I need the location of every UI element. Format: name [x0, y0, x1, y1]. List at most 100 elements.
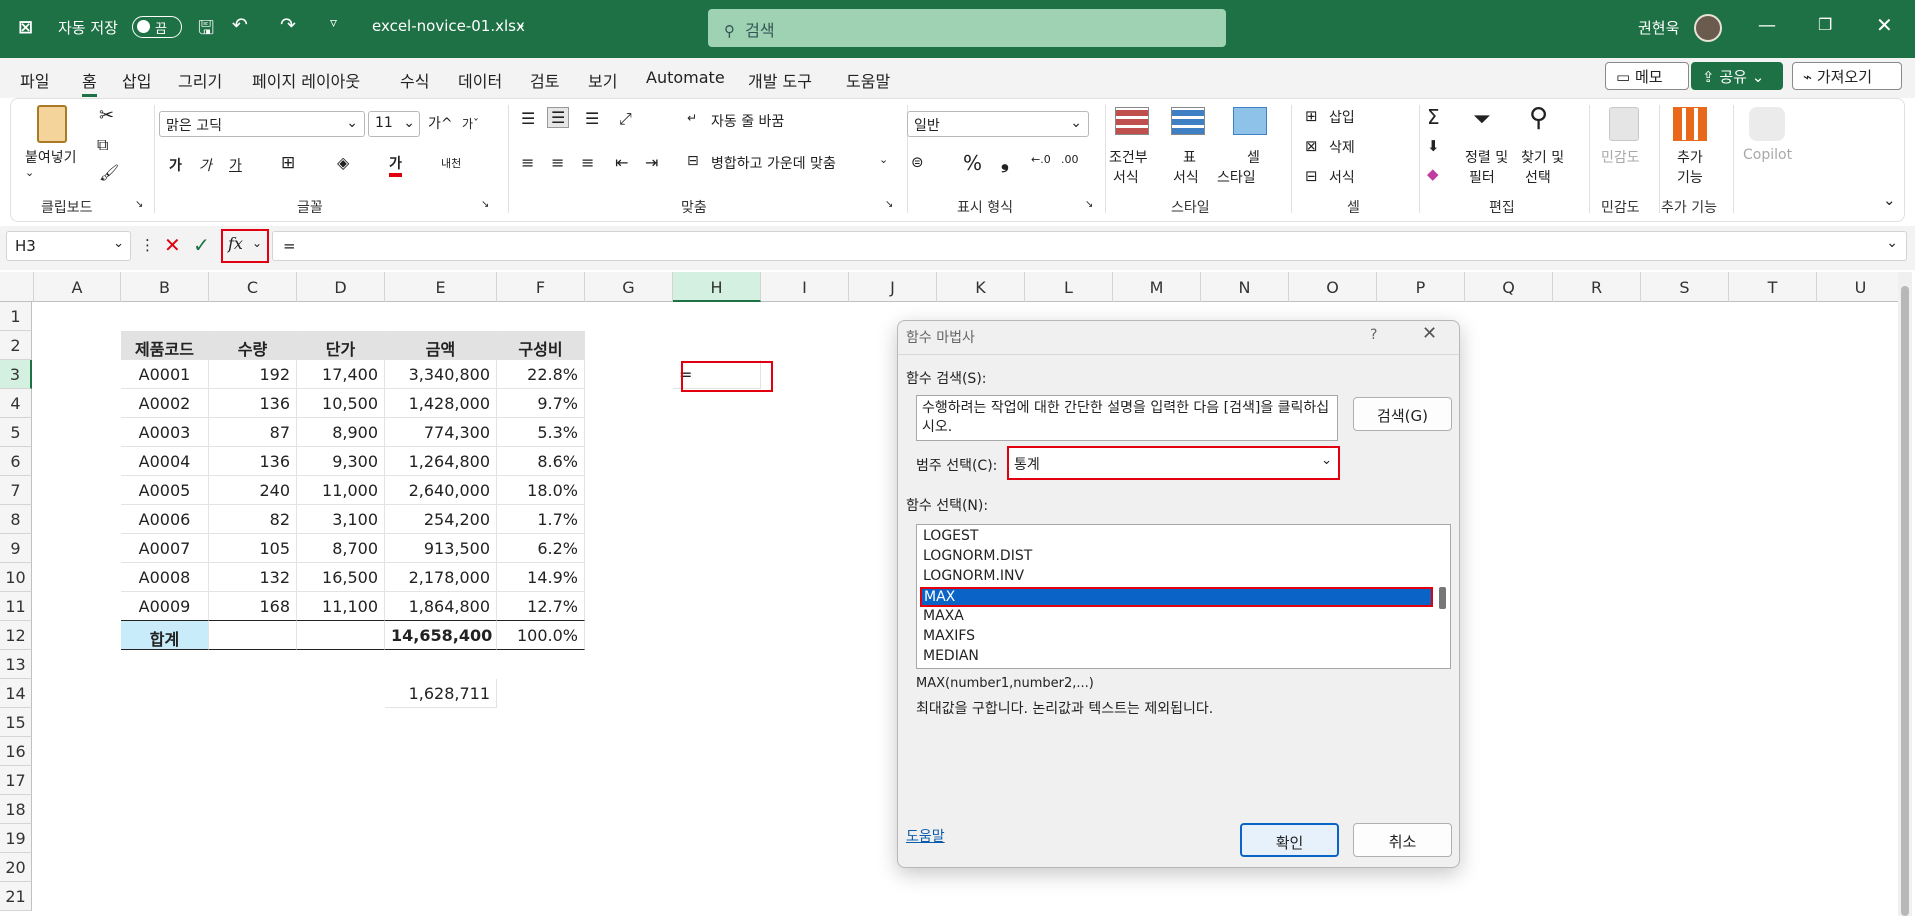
- column-header[interactable]: M: [1113, 272, 1201, 302]
- table-cell[interactable]: A0001: [121, 360, 209, 389]
- list-item-selected[interactable]: MAX: [920, 587, 1433, 607]
- table-header-cell[interactable]: 구성비: [497, 331, 585, 360]
- table-cell[interactable]: 254,200: [385, 505, 497, 534]
- conditional-format-icon[interactable]: [1115, 107, 1149, 135]
- table-cell[interactable]: 2,640,000: [385, 476, 497, 505]
- font-shrink-icon[interactable]: 가ˇ: [462, 115, 479, 132]
- table-cell[interactable]: 17,400: [297, 360, 385, 389]
- row-header[interactable]: 11: [0, 592, 32, 621]
- list-item[interactable]: MEDIAN: [920, 647, 1433, 667]
- chevron-down-icon[interactable]: ⌄: [113, 236, 124, 251]
- cell-styles-label[interactable]: 셀: [1247, 147, 1260, 167]
- table-cell[interactable]: 168: [209, 592, 297, 621]
- column-header[interactable]: J: [849, 272, 937, 302]
- accounting-icon[interactable]: ⊜: [911, 153, 924, 171]
- list-item[interactable]: LOGEST: [920, 527, 1433, 547]
- delete-cells-button[interactable]: 삭제: [1329, 137, 1355, 157]
- table-cell[interactable]: 14.9%: [497, 563, 585, 592]
- save-icon[interactable]: 🖫: [198, 14, 214, 46]
- tab-automate[interactable]: Automate: [646, 68, 725, 87]
- number-format-select[interactable]: 일반 ⌄: [907, 111, 1089, 137]
- table-cell[interactable]: 1,264,800: [385, 447, 497, 476]
- tab-formulas[interactable]: 수식: [400, 68, 429, 92]
- orientation-icon[interactable]: ⤢: [619, 109, 632, 129]
- insert-function-button[interactable]: fx ⌄: [221, 229, 269, 263]
- table-cell[interactable]: A0009: [121, 592, 209, 621]
- paste-label[interactable]: 붙여넣기: [25, 147, 77, 167]
- table-cell[interactable]: 105: [209, 534, 297, 563]
- select-all-corner[interactable]: [0, 272, 34, 302]
- percent-icon[interactable]: %: [963, 151, 982, 175]
- vertical-scrollbar[interactable]: [1898, 272, 1912, 916]
- font-size-select[interactable]: 11 ⌄: [368, 111, 420, 137]
- paste-icon[interactable]: [37, 105, 67, 143]
- row-header[interactable]: 6: [0, 447, 32, 476]
- row-header[interactable]: 20: [0, 853, 32, 882]
- table-cell[interactable]: 774,300: [385, 418, 497, 447]
- table-header-cell[interactable]: 수량: [209, 331, 297, 360]
- autosum-icon[interactable]: Σ: [1427, 105, 1440, 129]
- paste-chevron-icon[interactable]: ⌄: [25, 166, 34, 179]
- active-cell-h3[interactable]: [681, 361, 773, 392]
- undo-icon[interactable]: ↶: [232, 14, 248, 36]
- row-header[interactable]: 12: [0, 621, 32, 650]
- cell-styles-label-2[interactable]: 스타일: [1217, 167, 1256, 187]
- column-header[interactable]: L: [1025, 272, 1113, 302]
- dialog-launcher-icon[interactable]: ↘: [885, 199, 893, 210]
- format-cells-button[interactable]: 서식: [1329, 167, 1355, 187]
- align-center-icon[interactable]: ≡: [551, 153, 564, 172]
- row-header[interactable]: 17: [0, 766, 32, 795]
- delete-cells-icon[interactable]: ⊠: [1305, 137, 1318, 155]
- addins-label-2[interactable]: 기능: [1677, 167, 1703, 187]
- addins-label[interactable]: 추가: [1677, 147, 1703, 167]
- tab-review[interactable]: 검토: [530, 68, 559, 92]
- merge-icon[interactable]: ⊟: [687, 153, 699, 169]
- format-painter-icon[interactable]: 🖌: [99, 163, 119, 182]
- table-cell[interactable]: 6.2%: [497, 534, 585, 563]
- list-item[interactable]: MAXIFS: [920, 627, 1433, 647]
- table-cell[interactable]: 136: [209, 447, 297, 476]
- search-button[interactable]: 검색(G): [1353, 397, 1452, 431]
- align-bottom-icon[interactable]: ☰: [585, 109, 599, 128]
- formula-input[interactable]: = ⌄: [272, 231, 1907, 261]
- tab-view[interactable]: 보기: [588, 68, 617, 92]
- align-left-icon[interactable]: ≡: [521, 153, 534, 172]
- cancel-entry-icon[interactable]: ✕: [164, 233, 181, 257]
- row-header[interactable]: 4: [0, 389, 32, 418]
- column-header[interactable]: E: [385, 272, 497, 302]
- column-header[interactable]: Q: [1465, 272, 1553, 302]
- find-select-label[interactable]: 찾기 및: [1521, 147, 1564, 167]
- table-cell[interactable]: 240: [209, 476, 297, 505]
- search-box[interactable]: ⚲ 검색: [708, 9, 1226, 47]
- row-header[interactable]: 3: [0, 360, 32, 389]
- chevron-down-icon[interactable]: ⌄: [879, 153, 888, 166]
- tab-page-layout[interactable]: 페이지 레이아웃: [252, 68, 360, 92]
- row-header[interactable]: 7: [0, 476, 32, 505]
- cut-icon[interactable]: ✂: [99, 105, 114, 126]
- total-amount-cell[interactable]: 14,658,400: [385, 621, 497, 650]
- dialog-close-icon[interactable]: ✕: [1422, 323, 1437, 344]
- column-header[interactable]: K: [937, 272, 1025, 302]
- font-color-icon[interactable]: 가: [389, 153, 402, 177]
- table-cell[interactable]: A0006: [121, 505, 209, 534]
- addins-icon[interactable]: [1673, 107, 1707, 141]
- align-top-icon[interactable]: ☰: [521, 109, 535, 128]
- table-cell[interactable]: 16,500: [297, 563, 385, 592]
- expand-formula-icon[interactable]: ⌄: [1886, 235, 1898, 251]
- minimize-icon[interactable]: —: [1758, 15, 1776, 36]
- column-header[interactable]: R: [1553, 272, 1641, 302]
- autosave-toggle[interactable]: 끔: [132, 16, 182, 38]
- quick-access-more-icon[interactable]: ▿: [330, 15, 337, 31]
- total-ratio-cell[interactable]: 100.0%: [497, 621, 585, 650]
- column-header[interactable]: D: [297, 272, 385, 302]
- insert-cells-icon[interactable]: ⊞: [1305, 107, 1318, 125]
- total-cell[interactable]: [297, 621, 385, 650]
- table-cell[interactable]: 87: [209, 418, 297, 447]
- font-grow-icon[interactable]: 가^: [428, 113, 453, 133]
- copy-icon[interactable]: ⧉: [97, 135, 108, 155]
- row-header[interactable]: 8: [0, 505, 32, 534]
- table-cell[interactable]: A0005: [121, 476, 209, 505]
- dialog-launcher-icon[interactable]: ↘: [135, 199, 143, 210]
- format-cells-icon[interactable]: ⊟: [1305, 167, 1318, 185]
- table-cell[interactable]: 913,500: [385, 534, 497, 563]
